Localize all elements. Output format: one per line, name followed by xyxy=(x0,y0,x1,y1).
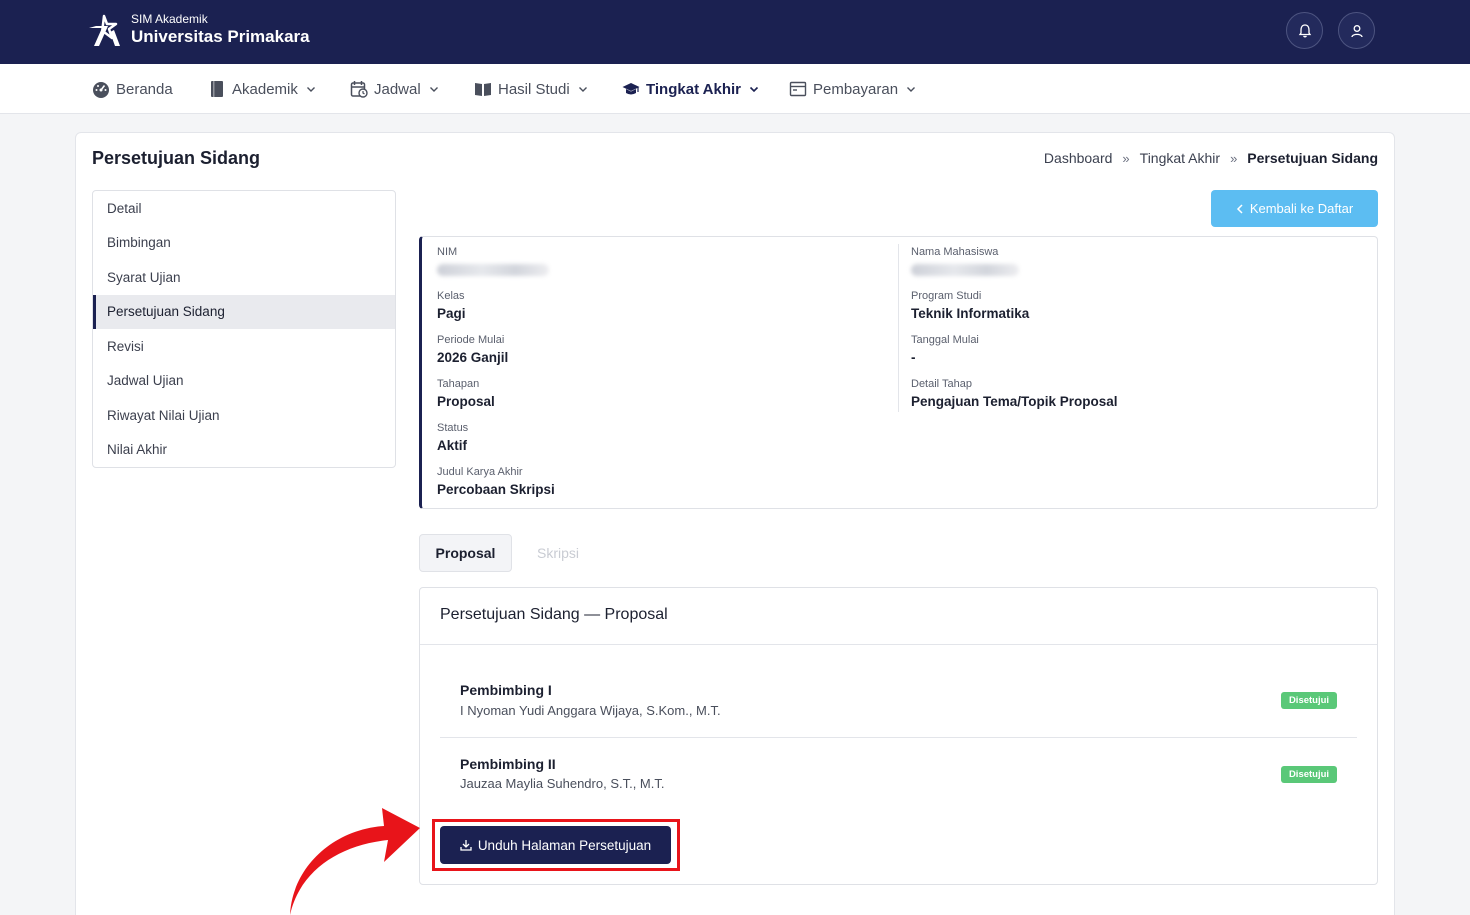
chevron-down-icon xyxy=(749,86,759,93)
tanggal-value: - xyxy=(911,350,916,365)
advisor-1-status-badge: Disetujui xyxy=(1281,692,1337,709)
chevron-down-icon xyxy=(907,87,916,92)
advisor-2-role: Pembimbing II xyxy=(460,756,556,772)
logo-icon[interactable] xyxy=(86,12,124,50)
status-label: Status xyxy=(437,422,469,434)
breadcrumb-separator: » xyxy=(1230,150,1238,166)
back-button-label: Kembali ke Daftar xyxy=(1249,201,1354,216)
side-item-detail[interactable]: Detail xyxy=(93,191,395,226)
calendar-icon xyxy=(350,81,368,98)
book-icon xyxy=(211,81,223,97)
nav-hasil-studi[interactable]: Hasil Studi xyxy=(474,64,588,114)
breadcrumb-dashboard[interactable]: Dashboard xyxy=(1044,150,1113,166)
highlight-box xyxy=(432,819,680,871)
breadcrumb-current: Persetujuan Sidang xyxy=(1247,150,1378,166)
row-divider xyxy=(440,737,1357,738)
nav-label: Hasil Studi xyxy=(498,80,570,98)
advisor-1-role: Pembimbing I xyxy=(460,682,552,698)
side-item-persetujuan-sidang[interactable]: Persetujuan Sidang xyxy=(93,294,395,329)
side-item-riwayat-nilai[interactable]: Riwayat Nilai Ujian xyxy=(93,398,395,433)
status-value: Aktif xyxy=(437,438,467,453)
nav-beranda[interactable]: Beranda xyxy=(92,64,173,114)
brand-subtitle: SIM Akademik xyxy=(131,12,208,26)
periode-value: 2026 Ganjil xyxy=(437,350,509,365)
side-item-revisi[interactable]: Revisi xyxy=(93,329,395,364)
nav-label: Tingkat Akhir xyxy=(646,80,742,98)
nim-value-redacted xyxy=(437,264,549,276)
nama-label: Nama Mahasiswa xyxy=(911,246,999,258)
chevron-left-icon xyxy=(1236,203,1243,214)
profile-button[interactable] xyxy=(1338,12,1375,49)
nav-label: Pembayaran xyxy=(813,80,899,98)
wallet-icon xyxy=(789,81,807,97)
graduation-cap-icon xyxy=(622,83,640,95)
chevron-down-icon xyxy=(429,87,438,92)
chevron-down-icon xyxy=(306,87,315,92)
back-to-list-button[interactable]: Kembali ke Daftar xyxy=(1211,190,1378,227)
side-item-jadwal-ujian[interactable]: Jadwal Ujian xyxy=(93,364,395,399)
judul-value: Percobaan Skripsi xyxy=(437,482,555,497)
side-item-bimbingan[interactable]: Bimbingan xyxy=(93,226,395,261)
prodi-value: Teknik Informatika xyxy=(911,306,1030,321)
nav-label: Jadwal xyxy=(374,80,421,98)
tahapan-value: Proposal xyxy=(437,394,495,409)
nama-value-redacted xyxy=(911,264,1019,276)
tab-skripsi[interactable]: Skripsi xyxy=(522,534,594,572)
open-book-icon xyxy=(475,83,491,96)
prodi-label: Program Studi xyxy=(911,290,982,302)
pointer-arrow-icon xyxy=(290,808,420,915)
advisor-2-status-badge: Disetujui xyxy=(1281,766,1337,783)
nim-label: NIM xyxy=(437,246,458,258)
info-divider xyxy=(898,244,899,412)
nav-label: Beranda xyxy=(116,80,173,98)
judul-label: Judul Karya Akhir xyxy=(437,466,523,478)
brand-name[interactable]: Universitas Primakara xyxy=(131,27,310,47)
breadcrumb-separator: » xyxy=(1122,150,1130,166)
advisor-2-name: Jauzaa Maylia Suhendro, S.T., M.T. xyxy=(460,776,665,791)
breadcrumb-tingkat-akhir[interactable]: Tingkat Akhir xyxy=(1140,150,1220,166)
side-item-syarat-ujian[interactable]: Syarat Ujian xyxy=(93,260,395,295)
approval-title: Persetujuan Sidang — Proposal xyxy=(440,606,668,623)
periode-label: Periode Mulai xyxy=(437,334,505,346)
side-item-nilai-akhir[interactable]: Nilai Akhir xyxy=(93,433,395,468)
nav-akademik[interactable]: Akademik xyxy=(208,64,316,114)
notification-button[interactable] xyxy=(1286,12,1323,49)
side-menu: Detail Bimbingan Syarat Ujian Persetujua… xyxy=(92,190,396,468)
advisor-1-name: I Nyoman Yudi Anggara Wijaya, S.Kom., M.… xyxy=(460,703,721,718)
user-icon xyxy=(1350,24,1363,37)
nav-tingkat-akhir[interactable]: Tingkat Akhir xyxy=(622,64,759,114)
kelas-value: Pagi xyxy=(437,306,466,321)
nav-label: Akademik xyxy=(232,80,298,98)
tahapan-label: Tahapan xyxy=(437,378,480,390)
tab-proposal[interactable]: Proposal xyxy=(419,534,512,572)
detail-tahap-label: Detail Tahap xyxy=(911,378,972,390)
chevron-down-icon xyxy=(578,87,587,92)
main-navigation: Beranda Akademik Jadwal Hasil Studi Ting… xyxy=(0,64,1470,114)
kelas-label: Kelas xyxy=(437,290,465,302)
page-title: Persetujuan Sidang xyxy=(92,148,261,168)
breadcrumb: Dashboard » Tingkat Akhir » Persetujuan … xyxy=(1044,150,1378,166)
tanggal-label: Tanggal Mulai xyxy=(911,334,979,346)
detail-tahap-value: Pengajuan Tema/Topik Proposal xyxy=(911,394,1118,409)
bell-icon xyxy=(1298,23,1311,37)
top-header: SIM Akademik Universitas Primakara xyxy=(0,0,1470,64)
dashboard-icon xyxy=(93,82,109,98)
nav-pembayaran[interactable]: Pembayaran xyxy=(789,64,916,114)
nav-jadwal[interactable]: Jadwal xyxy=(350,64,439,114)
